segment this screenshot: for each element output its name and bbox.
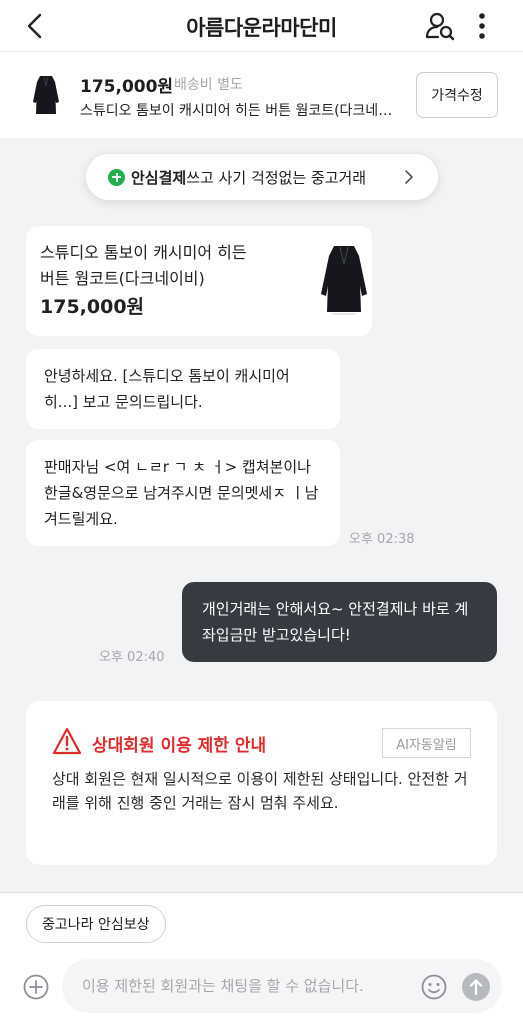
safe-payment-strong: 안심결제 xyxy=(131,168,187,187)
product-summary-bar[interactable]: 175,000원 배송비 별도 스튜디오 톰보이 캐시미어 히든 버튼 웜코트(… xyxy=(0,52,523,138)
notice-title: 상대회원 이용 제한 안내 xyxy=(92,736,267,756)
chevron-right-icon xyxy=(405,170,413,184)
received-message: 안녕하세요. [스튜디오 톰보이 캐시미어 히...] 보고 문의드립니다. xyxy=(26,349,340,429)
ai-auto-notice-badge: AI자동알림 xyxy=(382,728,471,758)
edit-price-button[interactable]: 가격수정 xyxy=(416,72,498,118)
send-arrow-icon[interactable] xyxy=(462,973,490,1001)
message-timestamp: 오후 02:38 xyxy=(349,532,415,547)
chat-area[interactable]: 2023년 12월 17일 수요일 안심결제 쓰고 사기 걱정없는 중고거래 스… xyxy=(0,138,523,894)
shipping-note: 배송비 별도 xyxy=(174,77,243,93)
chat-input-area: 중고나라 안심보상 xyxy=(0,892,523,1024)
warning-triangle-icon xyxy=(52,727,82,755)
coat-thumbnail-image xyxy=(33,76,59,114)
card-product-name: 스튜디오 톰보이 캐시미어 히든 버튼 웜코트(다크네이비) xyxy=(40,243,247,288)
notice-body: 상대 회원은 현재 일시적으로 이용이 제한된 상태입니다. 안전한 거래를 위… xyxy=(52,770,468,812)
product-card-message[interactable]: 스튜디오 톰보이 캐시미어 히든 버튼 웜코트(다크네이비) 175,000원 xyxy=(26,226,372,336)
received-message: 판매자님 <여 ㄴㄹr ㄱ ㅊ ㅓ> 캡쳐본이나 한글&영문으로 남겨주시면 문… xyxy=(26,440,340,546)
card-product-price: 175,000원 xyxy=(40,296,145,318)
product-name: 스튜디오 톰보이 캐시미어 히든 버튼 웜코트(다크네이비) xyxy=(80,103,400,119)
coat-product-image xyxy=(321,246,367,315)
more-vertical-icon[interactable] xyxy=(472,10,492,42)
product-price: 175,000원 xyxy=(80,77,174,97)
safe-payment-text: 쓰고 사기 걱정없는 중고거래 xyxy=(186,168,367,187)
restriction-notice: 상대회원 이용 제한 안내 AI자동알림 상대 회원은 현재 일시적으로 이용이… xyxy=(26,701,497,865)
chat-header: 아름다운라마단미 xyxy=(0,0,523,52)
green-plus-icon xyxy=(108,168,125,186)
safe-payment-banner[interactable]: 안심결제 쓰고 사기 걱정없는 중고거래 xyxy=(86,154,438,200)
message-timestamp: 오후 02:40 xyxy=(99,650,165,665)
sent-message: 개인거래는 안해서요~ 안전결제나 바로 계좌입금만 받고있습니다! xyxy=(182,582,497,662)
user-search-icon[interactable] xyxy=(424,10,456,42)
plus-circle-icon[interactable] xyxy=(22,973,50,1001)
smile-icon[interactable] xyxy=(420,973,448,1001)
safety-compensation-chip[interactable]: 중고나라 안심보상 xyxy=(26,905,166,943)
